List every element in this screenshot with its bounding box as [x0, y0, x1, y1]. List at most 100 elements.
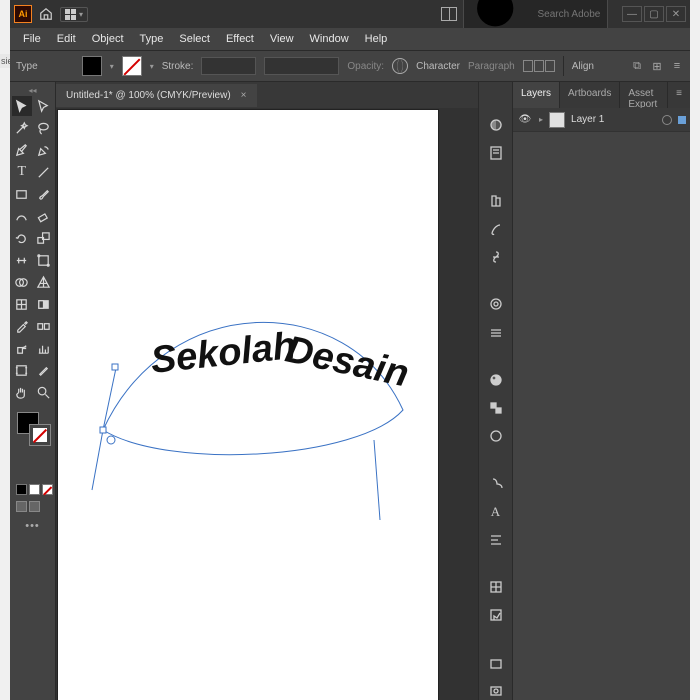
- panel-tabs: Layers Artboards Asset Export ≡: [513, 82, 690, 108]
- layers-panel: Layers Artboards Asset Export ≡ 👁 ▸ Laye…: [512, 82, 690, 700]
- menu-help[interactable]: Help: [358, 30, 395, 48]
- menu-edit[interactable]: Edit: [50, 30, 83, 48]
- close-button[interactable]: ✕: [666, 6, 686, 22]
- stroke-color-swatch[interactable]: [29, 424, 51, 446]
- edit-toolbar-button[interactable]: •••: [12, 520, 53, 532]
- direct-selection-tool[interactable]: [34, 96, 54, 116]
- line-tool[interactable]: [34, 162, 54, 182]
- menu-window[interactable]: Window: [303, 30, 356, 48]
- menu-type[interactable]: Type: [133, 30, 171, 48]
- artboard[interactable]: Sekolah Desain: [58, 110, 438, 700]
- mesh-tool[interactable]: [12, 294, 32, 314]
- visibility-icon[interactable]: 👁: [517, 114, 533, 125]
- swatches-icon[interactable]: [486, 295, 506, 313]
- color-panel-icon[interactable]: [486, 116, 506, 134]
- symbols-icon[interactable]: [486, 248, 506, 266]
- graph-tool[interactable]: [34, 338, 54, 358]
- magic-wand-tool[interactable]: [12, 118, 32, 138]
- slice-tool[interactable]: [34, 360, 54, 380]
- close-tab-icon[interactable]: ×: [241, 90, 247, 101]
- menu-view[interactable]: View: [263, 30, 301, 48]
- tools-panel: ◂◂ T: [10, 82, 56, 700]
- symbol-sprayer-tool[interactable]: [12, 338, 32, 358]
- color-mode-swatches[interactable]: [16, 484, 53, 495]
- chevron-down-icon: ▾: [79, 10, 83, 19]
- curvature-tool[interactable]: [34, 140, 54, 160]
- paragraph-link[interactable]: Paragraph: [468, 61, 515, 72]
- align-panel-icon[interactable]: [486, 531, 506, 549]
- tab-artboards[interactable]: Artboards: [560, 82, 620, 108]
- panel-menu-icon[interactable]: ≡: [668, 82, 690, 108]
- stroke-weight-dropdown[interactable]: [201, 57, 256, 75]
- libraries-icon[interactable]: [486, 192, 506, 210]
- rotate-tool[interactable]: [12, 228, 32, 248]
- character-panel-icon[interactable]: A: [486, 503, 506, 521]
- target-icon[interactable]: [662, 115, 672, 125]
- control-bar: Type ▾ ▾ Stroke: Opacity: Character Para…: [10, 50, 690, 82]
- paragraph-align-icons[interactable]: [523, 60, 555, 72]
- artboard-tool[interactable]: [12, 360, 32, 380]
- paintbrush-tool[interactable]: [34, 184, 54, 204]
- document-tabs: Untitled-1* @ 100% (CMYK/Preview) ×: [56, 82, 478, 108]
- minimize-button[interactable]: —: [622, 6, 642, 22]
- blend-tool[interactable]: [34, 316, 54, 336]
- arrange-documents-icon[interactable]: [441, 6, 457, 22]
- menu-object[interactable]: Object: [85, 30, 131, 48]
- screen-mode-buttons[interactable]: [16, 501, 53, 512]
- fill-swatch[interactable]: [82, 56, 102, 76]
- pen-tool[interactable]: [12, 140, 32, 160]
- pathfinder-icon[interactable]: [486, 474, 506, 492]
- brushes-icon[interactable]: [486, 220, 506, 238]
- layer-thumbnail: [549, 112, 565, 128]
- opacity-label[interactable]: Opacity:: [347, 61, 384, 72]
- shape-builder-tool[interactable]: [12, 272, 32, 292]
- expand-handle[interactable]: ◂◂: [13, 86, 53, 94]
- document-tab[interactable]: Untitled-1* @ 100% (CMYK/Preview) ×: [56, 84, 257, 107]
- menu-file[interactable]: File: [16, 30, 48, 48]
- eyedropper-tool[interactable]: [12, 316, 32, 336]
- canvas[interactable]: Sekolah Desain: [56, 108, 478, 700]
- home-icon[interactable]: [38, 6, 54, 22]
- asset-export-icon[interactable]: [486, 606, 506, 624]
- layer-name[interactable]: Layer 1: [571, 114, 604, 125]
- stroke-panel-icon[interactable]: [486, 323, 506, 341]
- recolor-icon[interactable]: [392, 58, 408, 74]
- shaper-tool[interactable]: [12, 206, 32, 226]
- hand-tool[interactable]: [12, 382, 32, 402]
- transform-panel-icon[interactable]: [486, 578, 506, 596]
- lasso-tool[interactable]: [34, 118, 54, 138]
- isolate-icon[interactable]: ⧉: [630, 59, 644, 73]
- transparency-icon[interactable]: [486, 399, 506, 417]
- rectangle-tool[interactable]: [12, 184, 32, 204]
- zoom-tool[interactable]: [34, 382, 54, 402]
- disclosure-icon[interactable]: ▸: [539, 115, 543, 124]
- brush-dropdown[interactable]: [264, 57, 339, 75]
- help-search-input[interactable]: [538, 9, 603, 20]
- layer-row[interactable]: 👁 ▸ Layer 1: [513, 108, 690, 132]
- gradient-tool[interactable]: [34, 294, 54, 314]
- perspective-tool[interactable]: [34, 272, 54, 292]
- appearance-icon[interactable]: [486, 427, 506, 445]
- workspace-switcher[interactable]: ▾: [60, 7, 88, 22]
- character-link[interactable]: Character: [416, 61, 460, 72]
- tab-asset-export[interactable]: Asset Export: [620, 82, 668, 108]
- width-tool[interactable]: [12, 250, 32, 270]
- type-tool[interactable]: T: [12, 162, 32, 182]
- actions-icon[interactable]: [486, 682, 506, 700]
- properties-panel-icon[interactable]: [486, 144, 506, 162]
- stroke-swatch[interactable]: [122, 56, 142, 76]
- maximize-button[interactable]: ▢: [644, 6, 664, 22]
- links-icon[interactable]: [486, 654, 506, 672]
- tab-layers[interactable]: Layers: [513, 82, 560, 108]
- align-link[interactable]: Align: [572, 61, 594, 72]
- transform-icon[interactable]: ⊞: [650, 59, 664, 73]
- gradient-panel-icon[interactable]: [486, 371, 506, 389]
- free-transform-tool[interactable]: [34, 250, 54, 270]
- eraser-tool[interactable]: [34, 206, 54, 226]
- menu-effect[interactable]: Effect: [219, 30, 261, 48]
- panel-menu-icon[interactable]: ≡: [670, 59, 684, 73]
- menu-select[interactable]: Select: [172, 30, 217, 48]
- scale-tool[interactable]: [34, 228, 54, 248]
- selection-tool[interactable]: [12, 96, 32, 116]
- fill-stroke-swatches[interactable]: [12, 410, 53, 446]
